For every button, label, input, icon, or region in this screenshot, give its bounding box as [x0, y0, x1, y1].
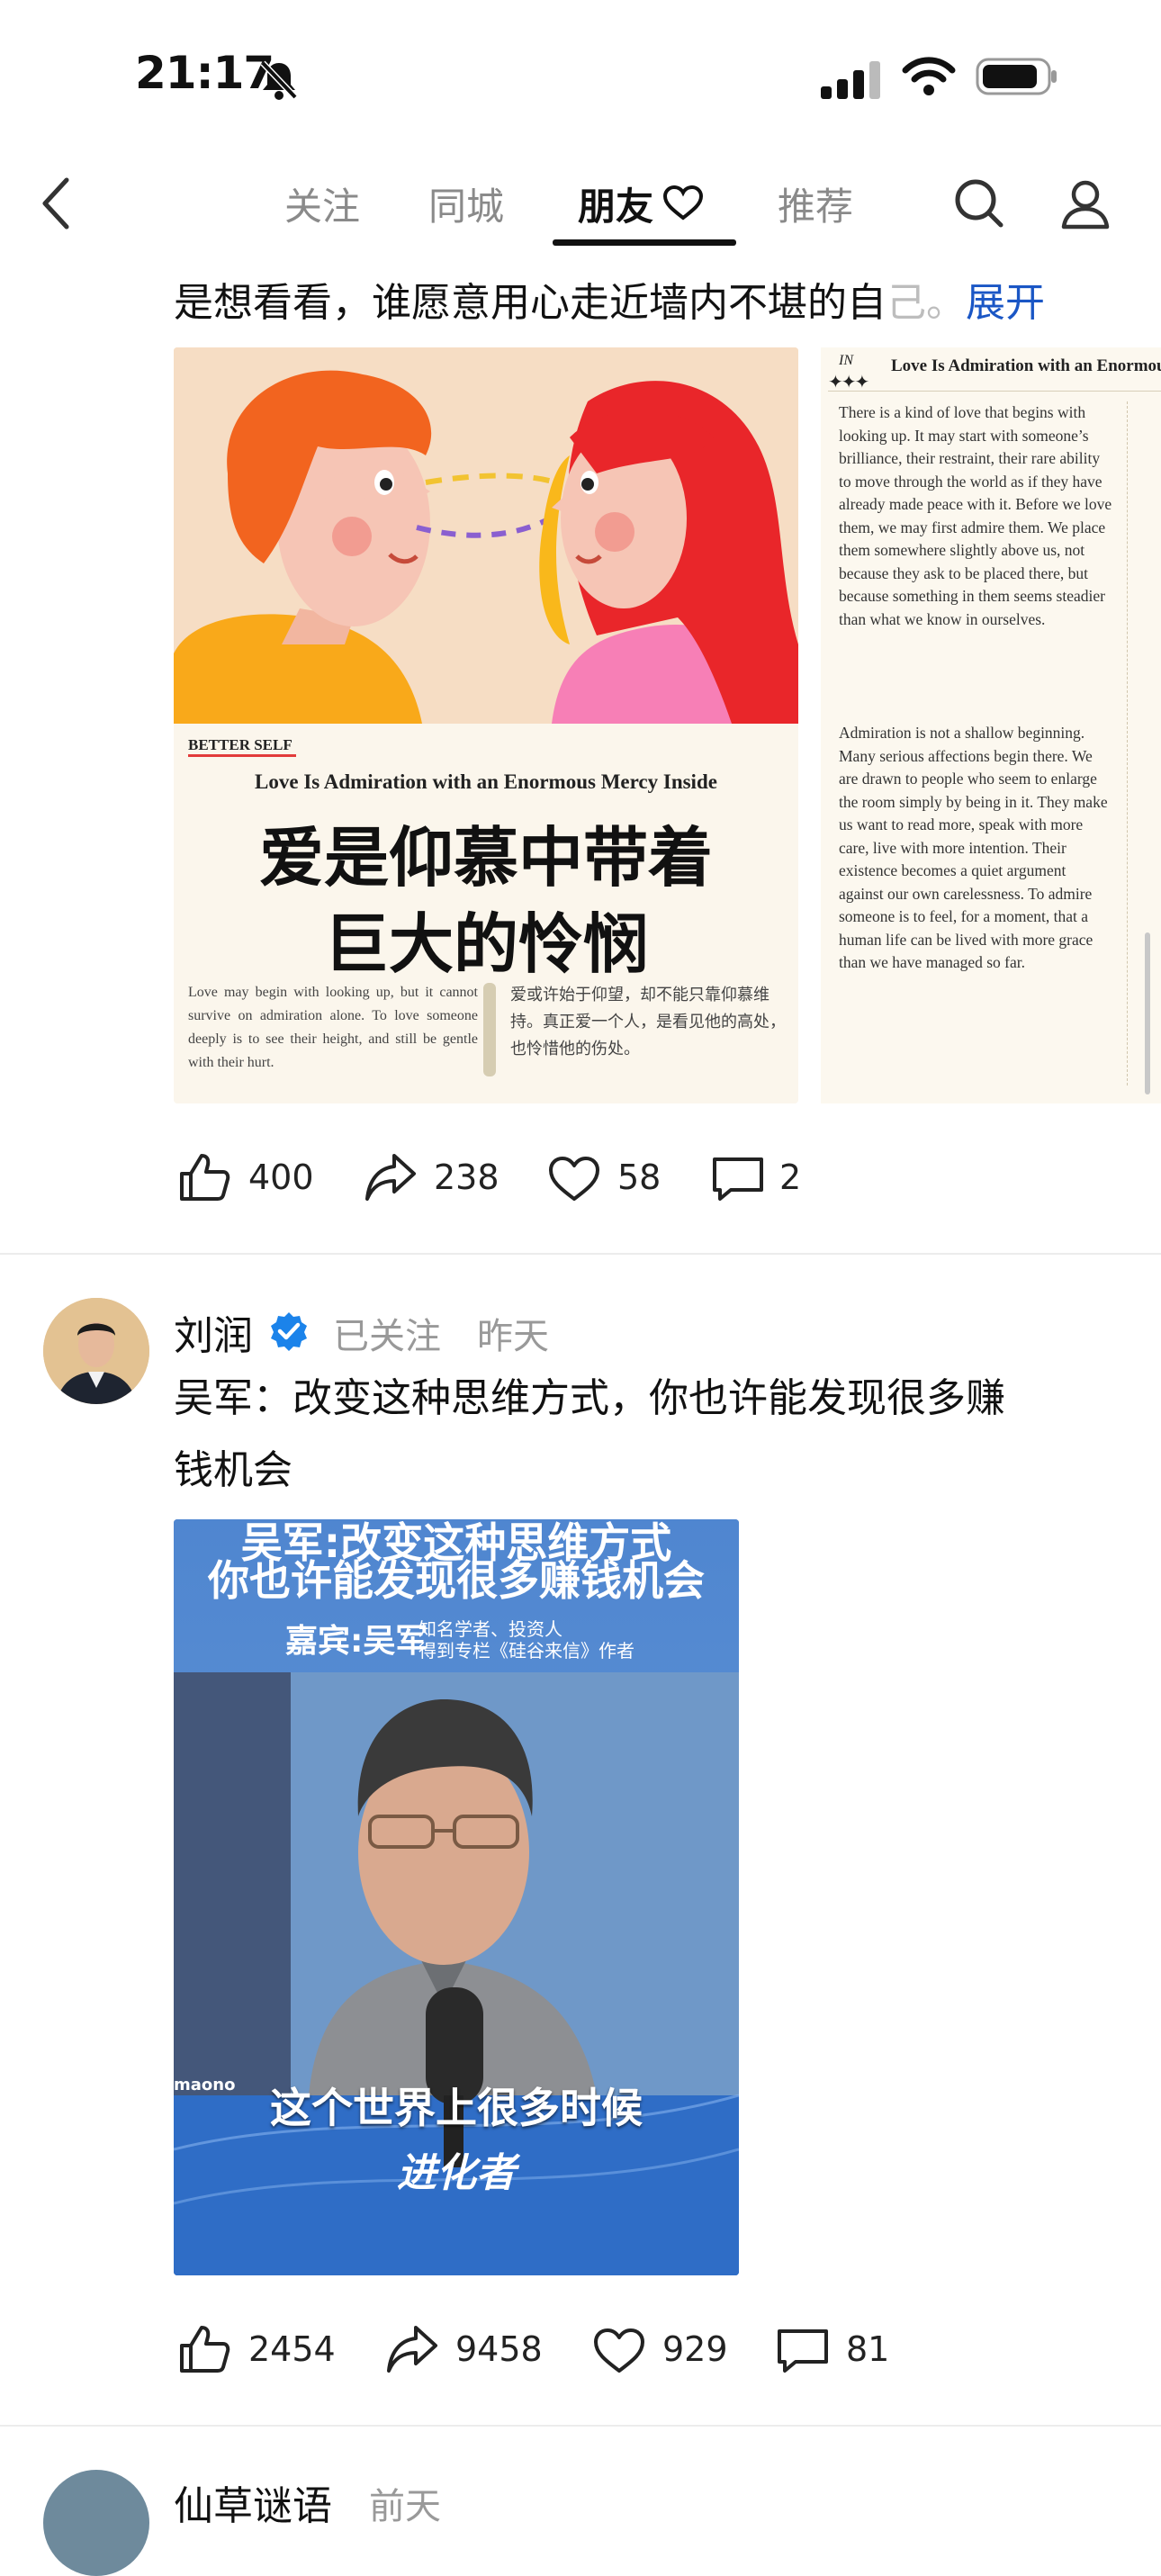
couple-illustration — [174, 347, 798, 724]
author-name[interactable]: 刘润 — [174, 1303, 253, 1361]
post-text-line1: 吴军：改变这种思维方式，你也许能发现很多赚 — [174, 1375, 1005, 1421]
avatar[interactable] — [43, 2470, 149, 2576]
body-paragraph-1: There is a kind of love that begins with… — [839, 403, 1112, 628]
column-divider — [1127, 401, 1129, 1085]
avatar[interactable] — [43, 1298, 149, 1404]
header-title: Love Is Admiration with an Enormous — [891, 356, 1161, 375]
video-subtitle: 这个世界上很多时候 — [270, 2084, 643, 2132]
comment-bubble-icon[interactable] — [711, 1156, 765, 1202]
heart-outline-icon — [662, 185, 704, 221]
favorite-heart-icon[interactable] — [547, 1156, 601, 1202]
wifi-icon — [902, 57, 956, 95]
section-tag: BETTER SELF — [188, 736, 292, 753]
body-paragraph-2: Admiration is not a shallow beginning. M… — [839, 724, 1108, 971]
post-time: 昨天 — [477, 1316, 549, 1357]
expand-link[interactable]: 展开 — [966, 280, 1045, 326]
share-arrow-icon[interactable] — [385, 2324, 439, 2374]
guest-label: 嘉宾:吴军 — [285, 1623, 428, 1660]
quote-bar — [483, 983, 496, 1076]
post-text-line2: 钱机会 — [174, 1447, 292, 1493]
comment-count[interactable]: 2 — [779, 1157, 801, 1197]
battery-icon — [976, 58, 1057, 95]
share-count[interactable]: 238 — [434, 1157, 500, 1197]
status-time: 21:17 — [135, 47, 274, 99]
scroll-indicator — [1145, 932, 1150, 1094]
follow-status[interactable]: 已关注 — [333, 1307, 441, 1359]
tag-underline — [188, 754, 296, 757]
video-title-line2: 你也许能发现很多赚钱机会 — [208, 1556, 705, 1605]
mute-bell-icon — [260, 60, 298, 100]
summary-en: Love may begin with looking up, but it c… — [188, 985, 478, 1070]
favorite-heart-icon[interactable] — [592, 2328, 646, 2374]
guest-desc-2: 得到专栏《硅谷来信》作者 — [418, 1640, 634, 1662]
star-ornament-icon: ✦✦✦ — [828, 371, 869, 392]
like-thumb-icon[interactable] — [178, 1152, 230, 1202]
tab-friends[interactable]: 朋友 — [578, 176, 653, 231]
tab-recommend[interactable]: 推荐 — [778, 176, 853, 231]
favorite-count[interactable]: 58 — [617, 1157, 661, 1197]
share-arrow-icon[interactable] — [364, 1152, 418, 1202]
search-icon[interactable] — [952, 176, 1006, 230]
active-tab-indicator — [553, 239, 736, 246]
post-divider — [0, 2425, 1161, 2427]
post-divider — [0, 1253, 1161, 1255]
tab-following[interactable]: 关注 — [284, 176, 360, 231]
share-count[interactable]: 9458 — [455, 2329, 543, 2369]
like-thumb-icon[interactable] — [178, 2324, 230, 2374]
cellular-signal-icon — [821, 61, 880, 99]
comment-count[interactable]: 81 — [846, 2329, 889, 2369]
tab-nearby[interactable]: 同城 — [428, 176, 504, 231]
post-text-content: 是想看看，谁愿意用心走近墙内不堪的自 — [174, 280, 886, 326]
verified-badge-icon — [271, 1312, 307, 1351]
video-thumbnail[interactable]: 吴军:改变这种思维方式 你也许能发现很多赚钱机会 嘉宾:吴军 知名学者、投资人 … — [174, 1519, 739, 2275]
summary-cn: 爱或许始于仰望，却不能只靠仰慕维持。真正爱一个人，是看见他的高处，也怜惜他的伤处… — [510, 986, 786, 1058]
header-rule — [828, 391, 1161, 392]
comment-bubble-icon[interactable] — [776, 2328, 830, 2374]
back-chevron-icon[interactable] — [40, 176, 76, 230]
article-title-cn-line1: 爱是仰慕中带着 — [258, 823, 713, 895]
article-title-en: Love Is Admiration with an Enormous Merc… — [255, 770, 717, 793]
post-time: 前天 — [369, 2486, 441, 2527]
video-logo: 进化者 — [397, 2150, 516, 2196]
header-tag: IN — [839, 353, 853, 368]
post-text-fade: 己。 — [886, 280, 966, 326]
like-count[interactable]: 2454 — [248, 2329, 336, 2369]
favorite-count[interactable]: 929 — [662, 2329, 728, 2369]
author-name[interactable]: 仙草谜语 — [174, 2473, 332, 2531]
article-title-cn-line2: 巨大的怜悯 — [323, 909, 648, 981]
post-image-left[interactable]: BETTER SELF Love Is Admiration with an E… — [174, 347, 798, 1103]
post-text: 是想看看，谁愿意用心走近墙内不堪的自己。展开 — [174, 270, 1045, 328]
profile-icon[interactable] — [1058, 176, 1112, 230]
post-image-right[interactable]: IN ✦✦✦ Love Is Admiration with an Enormo… — [821, 347, 1161, 1103]
like-count[interactable]: 400 — [248, 1157, 314, 1197]
